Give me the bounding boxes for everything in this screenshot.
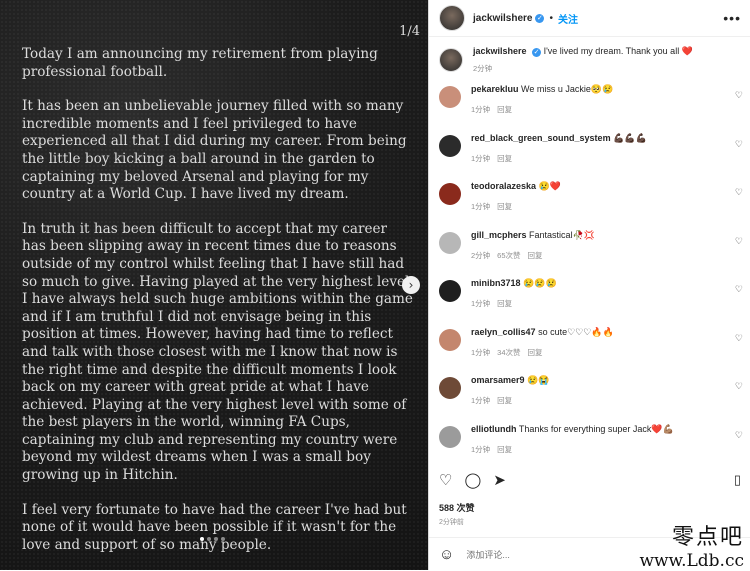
heart-icon[interactable]: ♡ (735, 430, 743, 441)
bookmark-icon[interactable]: ▯ (734, 472, 741, 488)
heart-icon[interactable]: ♡ (439, 471, 452, 489)
comment-text: 😢😢😢 (523, 278, 557, 288)
comment-likes[interactable]: 65次赞 (497, 251, 520, 260)
comment-time: 1分钟 (471, 299, 491, 308)
heart-icon[interactable]: ♡ (735, 90, 743, 101)
reply-button[interactable]: 回复 (497, 396, 512, 405)
comment-input[interactable] (464, 548, 589, 561)
avatar[interactable] (439, 231, 461, 254)
comment-username[interactable]: minibn3718 (471, 278, 521, 288)
avatar[interactable] (439, 86, 461, 108)
paragraph-4: I feel very fortunate to have had the ca… (22, 501, 407, 553)
carousel-dot (214, 537, 218, 541)
share-icon[interactable]: ➤ (493, 471, 506, 489)
more-icon[interactable]: ••• (723, 10, 741, 26)
comment-username[interactable]: raelyn_collis47 (471, 327, 536, 337)
reply-button[interactable]: 回复 (497, 299, 512, 308)
avatar[interactable] (439, 425, 461, 448)
caption-text: I've lived my dream. Thank you all ❤️ (543, 46, 693, 56)
reply-button[interactable]: 回复 (528, 251, 543, 260)
watermark-url: www.Ldb.cc (639, 551, 744, 571)
avatar[interactable] (439, 328, 461, 351)
verified-icon: ✓ (535, 13, 545, 23)
comment-text: 💪🏿💪🏿💪🏿 (613, 132, 647, 143)
reply-button[interactable]: 回复 (528, 348, 543, 357)
paragraph-1: Today I am announcing my retirement from… (22, 46, 378, 80)
carousel-dots (200, 537, 225, 541)
verified-icon: ✓ (532, 48, 542, 57)
avatar[interactable] (439, 280, 461, 302)
post-image: 1/4 Today I am announcing my retirement … (0, 0, 428, 570)
comment-item: omarsamer9 😢😭 1分钟 回复 ♡ (429, 375, 750, 424)
comment-likes[interactable]: 34次赞 (497, 348, 520, 357)
heart-icon[interactable]: ♡ (735, 187, 743, 198)
follow-button[interactable]: 关注 (558, 11, 578, 26)
watermark-text: 零点吧 (671, 525, 744, 550)
comment-text: We miss u Jackie🥺😢 (521, 84, 614, 94)
reply-button[interactable]: 回复 (497, 202, 512, 211)
caption-item: jackwilshere ✓ I've lived my dream. Than… (429, 46, 750, 74)
separator: • (549, 12, 553, 24)
comment-item: teodoralazeska 😢❤️ 1分钟 回复 ♡ (429, 181, 750, 230)
post-header: jackwilshere ✓ • 关注 ••• (429, 0, 750, 37)
avatar[interactable] (439, 134, 461, 157)
likes-count[interactable]: 588 次赞 (439, 501, 475, 514)
caption-username[interactable]: jackwilshere (473, 46, 527, 56)
comment-username[interactable]: gill_mcphers (471, 230, 527, 240)
comment-text: Thanks for everything super Jack❤️💪🏽 (518, 423, 674, 434)
heart-icon[interactable]: ♡ (735, 236, 743, 247)
post-time: 2分钟前 (439, 519, 464, 526)
next-slide-button[interactable]: › (402, 276, 420, 294)
carousel-dot (221, 537, 225, 541)
reply-button[interactable]: 回复 (497, 445, 512, 454)
comment-item: elliotlundh Thanks for everything super … (429, 424, 750, 460)
chevron-right-icon: › (408, 278, 414, 292)
comment-time: 2分钟 (471, 250, 491, 260)
comment-time: 1分钟 (471, 347, 491, 357)
comment-item: raelyn_collis47 so cute♡♡♡🔥🔥 1分钟 34次赞 回复 ♡ (429, 327, 750, 376)
comment-username[interactable]: pekarekluu (471, 84, 519, 94)
paragraph-3: In truth it has been difficult to accept… (22, 220, 413, 484)
comment-icon[interactable]: ◯ (464, 471, 481, 489)
slide-counter: 1/4 (399, 24, 420, 39)
comment-text: 😢😭 (527, 375, 550, 385)
carousel-dot (200, 537, 204, 541)
comment-item: red_black_green_sound_system 💪🏿💪🏿💪🏿 1分钟 回复… (429, 133, 750, 182)
heart-icon[interactable]: ♡ (735, 284, 743, 295)
comment-text: Fantastical🥀💢 (529, 229, 595, 240)
comment-time: 1分钟 (471, 396, 491, 405)
heart-icon[interactable]: ♡ (735, 381, 743, 392)
comment-username[interactable]: red_black_green_sound_system (471, 133, 611, 143)
comment-time: 1分钟 (471, 202, 491, 211)
avatar[interactable] (439, 183, 461, 205)
reply-button[interactable]: 回复 (497, 154, 512, 163)
comment-text: 😢❤️ (538, 181, 561, 191)
comments-list: jackwilshere ✓ I've lived my dream. Than… (429, 37, 750, 459)
caption-time: 2分钟 (473, 64, 493, 73)
avatar[interactable] (439, 5, 465, 31)
comment-text: so cute♡♡♡🔥🔥 (538, 326, 614, 337)
comment-time: 1分钟 (471, 153, 491, 163)
comment-username[interactable]: omarsamer9 (471, 375, 525, 385)
header-username[interactable]: jackwilshere (473, 13, 532, 24)
comment-item: pekarekluu We miss u Jackie🥺😢 1分钟 回复 ♡ (429, 84, 750, 133)
comment-item: gill_mcphers Fantastical🥀💢 2分钟 65次赞 回复 ♡ (429, 230, 750, 279)
heart-icon[interactable]: ♡ (735, 333, 743, 344)
heart-icon[interactable]: ♡ (735, 139, 743, 150)
avatar[interactable] (439, 377, 461, 399)
action-bar: ♡ ◯ ➤ ▯ (439, 470, 741, 490)
watermark: 零点吧 www.Ldb.cc (639, 519, 744, 571)
reply-button[interactable]: 回复 (497, 105, 512, 114)
announcement-text: Today I am announcing my retirement from… (22, 46, 414, 570)
comment-username[interactable]: elliotlundh (471, 424, 517, 434)
carousel-dot (207, 537, 211, 541)
avatar[interactable] (439, 48, 463, 72)
comment-time: 1分钟 (471, 444, 491, 454)
post-sidebar: jackwilshere ✓ • 关注 ••• jackwilshere ✓ I… (428, 0, 750, 570)
comment-item: minibn3718 😢😢😢 1分钟 回复 ♡ (429, 278, 750, 327)
comment-username[interactable]: teodoralazeska (471, 181, 536, 191)
paragraph-2: It has been an unbelievable journey fill… (22, 98, 407, 203)
comment-time: 1分钟 (471, 105, 491, 114)
emoji-icon[interactable]: ☺ (439, 546, 454, 563)
